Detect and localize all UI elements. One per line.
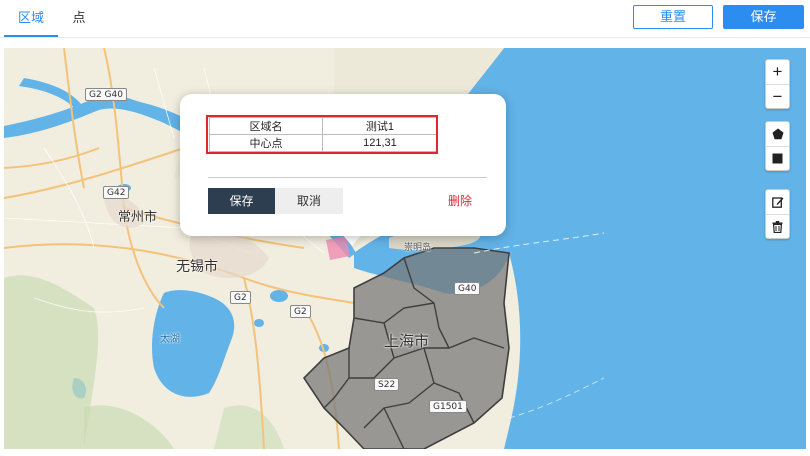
place-wuxi: 无锡市: [176, 259, 218, 275]
popup-cancel-button[interactable]: 取消: [275, 188, 343, 214]
reset-button[interactable]: 重置: [633, 5, 713, 29]
road-shield: G1501: [429, 400, 467, 413]
zoom-in-button[interactable]: +: [766, 60, 789, 84]
highlight-outline: [206, 115, 438, 154]
delete-shape-button[interactable]: [766, 214, 789, 238]
road-shield: G2 G40: [85, 88, 127, 101]
zoom-out-button[interactable]: −: [766, 84, 789, 108]
popup-delete-button[interactable]: 删除: [440, 188, 480, 214]
road-shield: G42: [103, 186, 130, 199]
zoom-control: + −: [765, 59, 790, 109]
draw-rectangle-button[interactable]: [766, 146, 789, 170]
road-shield: G2: [290, 305, 311, 318]
region-popup: 区域名 测试1 中心点 121,31 保存 取消 删除: [180, 94, 506, 236]
popup-save-button[interactable]: 保存: [208, 188, 275, 214]
trash-icon: [772, 220, 783, 233]
road-shield: G2: [230, 291, 251, 304]
top-bar: 区域 点 重置 保存: [0, 0, 810, 38]
save-button[interactable]: 保存: [723, 5, 804, 29]
road-shield: S22: [374, 378, 400, 391]
edit-icon: [771, 197, 783, 208]
square-icon: [772, 153, 783, 164]
edit-control: [765, 189, 790, 239]
place-shanghai: 上海市: [384, 332, 430, 350]
road-shield: G40: [454, 282, 481, 295]
popup-divider: [208, 177, 487, 178]
place-changzhou: 常州市: [118, 210, 158, 225]
polygon-icon: [772, 128, 783, 140]
tab-region[interactable]: 区域: [4, 0, 58, 37]
place-chongming: 崇明岛: [404, 243, 432, 253]
tab-point[interactable]: 点: [58, 0, 100, 37]
place-taihu: 太湖: [160, 334, 180, 345]
draw-polygon-button[interactable]: [766, 122, 789, 146]
draw-control: [765, 121, 790, 171]
edit-button[interactable]: [766, 190, 789, 214]
